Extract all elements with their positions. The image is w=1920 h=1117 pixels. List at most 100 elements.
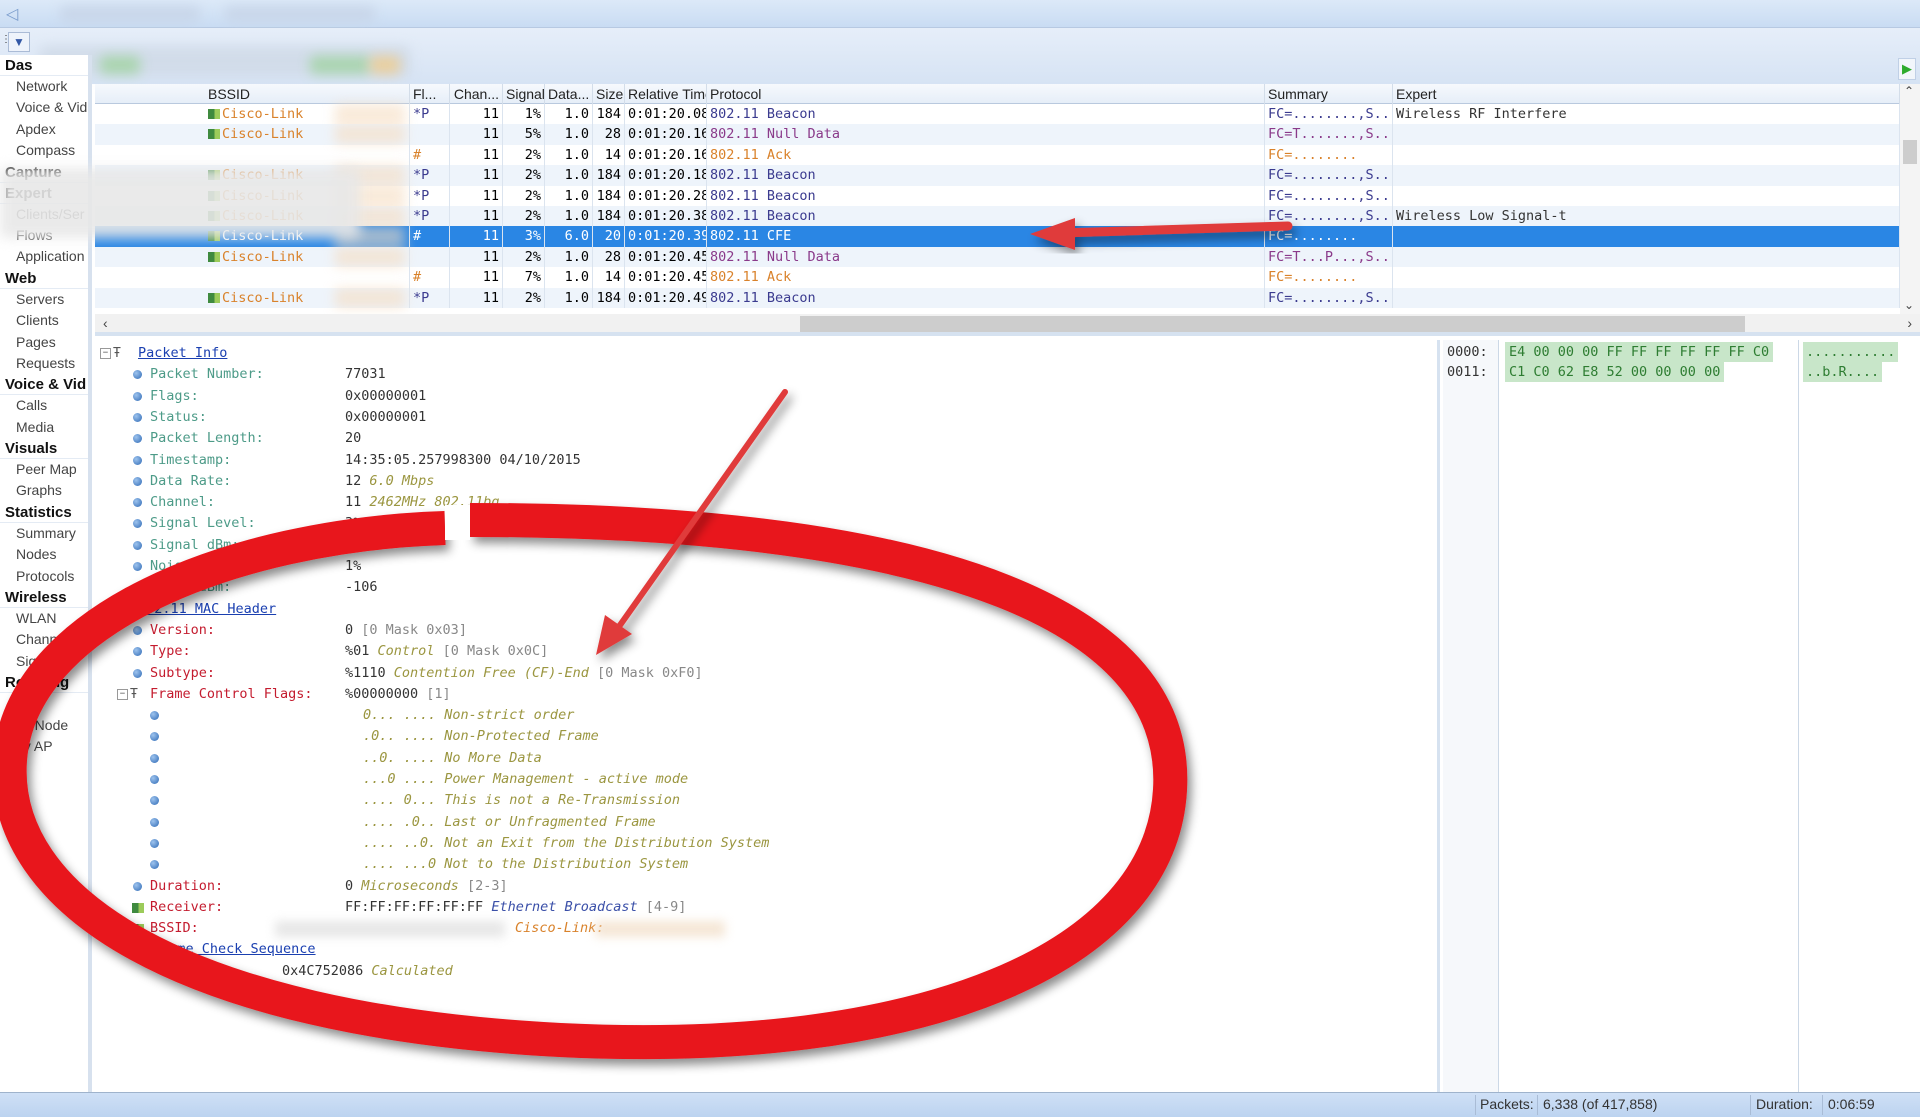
sidebar-item[interactable]: Application	[0, 246, 88, 267]
sidebar-group[interactable]: Statistics	[0, 502, 88, 523]
collapse-toggle-icon[interactable]: −	[100, 348, 111, 359]
column-header[interactable]: Summary	[1265, 84, 1393, 104]
packet-row[interactable]: Cisco-Link*P112%1.01840:01:20.287760802.…	[95, 185, 1900, 206]
sidebar-item[interactable]: Clients	[0, 310, 88, 331]
scroll-right-icon[interactable]: ›	[1907, 315, 1912, 331]
packet-row[interactable]: Cisco-Link*P112%1.01840:01:20.185703802.…	[95, 165, 1900, 186]
scrollbar-thumb[interactable]	[1903, 140, 1917, 164]
sidebar-item[interactable]: Pages	[0, 332, 88, 353]
hex-ascii[interactable]: ..b.R....	[1803, 362, 1883, 382]
section-title[interactable]: Frame Check Sequence	[153, 939, 316, 960]
decode-row[interactable]: .... .0.. Last or Unfragmented Frame	[95, 812, 1435, 833]
sidebar-item[interactable]: by Node	[0, 715, 88, 736]
column-header[interactable]: Signal	[503, 84, 545, 104]
decode-row[interactable]: Subtype: %1110 Contention Free (CF)-End […	[95, 663, 1435, 684]
decode-row[interactable]: .0.. .... Non-Protected Frame	[95, 726, 1435, 747]
decode-row[interactable]: Packet Length: 20	[95, 428, 1435, 449]
packet-row[interactable]: #117%1.0140:01:20.452860802.11 AckFC=...…	[95, 267, 1900, 288]
decode-row[interactable]: 0x4C752086 Calculated	[95, 961, 1435, 982]
packet-row[interactable]: Cisco-Link#113%6.0200:01:20.392839802.11…	[95, 226, 1900, 247]
sidebar-item[interactable]: WLAN	[0, 608, 88, 629]
packet-row[interactable]: Cisco-Link *P112%1.01840:01:20.493486802.…	[95, 287, 1900, 308]
column-header[interactable]: Relative Time	[625, 84, 707, 104]
decode-row[interactable]: − Ŧ 802.11 MAC Header	[95, 599, 1435, 620]
decode-row[interactable]: Type: %01 Control [0 Mask 0x0C]	[95, 641, 1435, 662]
collapse-toggle-icon[interactable]: −	[100, 603, 111, 615]
packet-row[interactable]: Cisco-Link 115%1.0280:01:20.163659802.11 …	[95, 124, 1900, 145]
sidebar-item[interactable]: Calls	[0, 395, 88, 416]
scroll-down-icon[interactable]: ⌄	[1904, 298, 1914, 312]
sidebar-item[interactable]: Compass	[0, 140, 88, 161]
packet-row[interactable]: Cisco-Link *P111%1.01840:01:20.082598802.…	[95, 104, 1900, 125]
sidebar-item[interactable]: Signal	[0, 651, 88, 672]
decode-row[interactable]: Signal dBm: -93	[95, 535, 1435, 556]
sidebar-item[interactable]: Peer Map	[0, 459, 88, 480]
sidebar-item[interactable]: Requests	[0, 353, 88, 374]
sidebar-item[interactable]: Log	[0, 693, 88, 714]
decode-row[interactable]: Timestamp: 14:35:05.257998300 04/10/2015	[95, 450, 1435, 471]
decode-row[interactable]: 0... .... Non-strict order	[95, 705, 1435, 726]
section-title[interactable]: 802.11 MAC Header	[138, 599, 276, 620]
scroll-up-icon[interactable]: ⌃	[1904, 84, 1914, 98]
decode-row[interactable]: − Ŧ Frame Control Flags: %00000000 [1]	[95, 684, 1435, 705]
column-header[interactable]: BSSID	[205, 84, 410, 104]
decode-row[interactable]: Flags: 0x00000001	[95, 386, 1435, 407]
sidebar-item[interactable]: Nodes	[0, 544, 88, 565]
play-icon[interactable]: ▶	[1898, 58, 1916, 80]
section-title[interactable]: Packet Info	[138, 343, 227, 364]
decode-row[interactable]: Duration: 0 Microseconds [2-3]	[95, 876, 1435, 897]
decode-row[interactable]: Channel: 11 2462MHz 802.11bg	[95, 492, 1435, 513]
back-arrow-icon[interactable]: ◁	[6, 4, 18, 24]
sidebar-group[interactable]: Roaming	[0, 672, 88, 694]
sidebar-item[interactable]: Servers	[0, 289, 88, 310]
packet-list-horizontal-scrollbar[interactable]: ‹ ›	[95, 314, 1920, 336]
decode-row[interactable]: Version: 0 [0 Mask 0x03]	[95, 620, 1435, 641]
sidebar-group[interactable]: Wireless	[0, 587, 88, 609]
hex-bytes[interactable]: C1 C0 62 E8 52 00 00 00 00	[1505, 362, 1725, 382]
collapse-toggle-icon[interactable]: −	[117, 688, 128, 700]
filter-icon[interactable]: ▼	[8, 32, 30, 52]
column-header[interactable]: Expert	[1393, 84, 1900, 104]
decode-row[interactable]: Signal Level: 3%	[95, 513, 1435, 534]
packet-row[interactable]: Cisco-Link 112%1.0280:01:20.452589802.11 …	[95, 246, 1900, 268]
decode-row[interactable]: Data Rate: 12 6.0 Mbps	[95, 471, 1435, 492]
decode-row[interactable]: Noise Level: 1%	[95, 556, 1435, 577]
sidebar-item[interactable]: Apdex	[0, 119, 88, 140]
column-header[interactable]: Fl...	[410, 84, 450, 104]
sidebar-group[interactable]: Visuals	[0, 438, 88, 460]
decode-row[interactable]: .... 0... This is not a Re-Transmission	[95, 790, 1435, 811]
column-header[interactable]: Protocol	[707, 84, 1265, 104]
sidebar-group[interactable]: Web	[0, 268, 88, 289]
sidebar-item[interactable]: Graphs	[0, 480, 88, 501]
packet-list-vertical-scrollbar[interactable]: ⌃ ⌄	[1900, 84, 1920, 314]
sidebar-item[interactable]: Protocols	[0, 566, 88, 587]
sidebar-item[interactable]: Summary	[0, 523, 88, 544]
hex-ascii[interactable]: ...........	[1803, 342, 1899, 362]
sidebar-group[interactable]: Das	[0, 55, 88, 76]
decode-row[interactable]: Packet Number: 77031	[95, 364, 1435, 385]
scrollbar-thumb[interactable]	[800, 316, 1745, 332]
sidebar-item[interactable]: Voice & Vid	[0, 97, 88, 118]
decode-row[interactable]: ...0 .... Power Management - active mode	[95, 769, 1435, 790]
sidebar-item[interactable]: Channels	[0, 629, 88, 650]
decode-row[interactable]: Frame Check Sequence	[95, 939, 1435, 960]
decode-row[interactable]: − Ŧ Packet Info	[95, 343, 1435, 364]
sidebar-item[interactable]: Media	[0, 417, 88, 438]
packet-row[interactable]: #112%1.0140:01:20.163962802.11 AckFC=...…	[95, 144, 1900, 166]
decode-row[interactable]: BSSID: Cisco-Link:	[95, 918, 1435, 939]
decode-row[interactable]: .... ...0 Not to the Distribution System	[95, 854, 1435, 875]
column-header[interactable]: Data...	[545, 84, 593, 104]
sidebar-item[interactable]: Network	[0, 76, 88, 97]
decode-row[interactable]: Receiver: FF:FF:FF:FF:FF:FF Ethernet Broa…	[95, 897, 1435, 918]
decode-row[interactable]: .... ..0. Not an Exit from the Distribut…	[95, 833, 1435, 854]
hex-bytes[interactable]: E4 00 00 00 FF FF FF FF FF FF C0	[1505, 342, 1774, 362]
column-header[interactable]: Size	[593, 84, 625, 104]
scroll-left-icon[interactable]: ‹	[103, 315, 108, 331]
column-header[interactable]: Chan...	[450, 84, 503, 104]
packet-row[interactable]: Cisco-Link*P112%1.01840:01:20.389831802.…	[95, 206, 1900, 227]
decode-row[interactable]: ..0. .... No More Data	[95, 748, 1435, 769]
decode-row[interactable]: Noise dBm: -106	[95, 577, 1435, 598]
sidebar-item[interactable]: by AP	[0, 736, 88, 757]
decode-row[interactable]: Status: 0x00000001	[95, 407, 1435, 428]
sidebar-group[interactable]: Voice & Vid	[0, 374, 88, 396]
